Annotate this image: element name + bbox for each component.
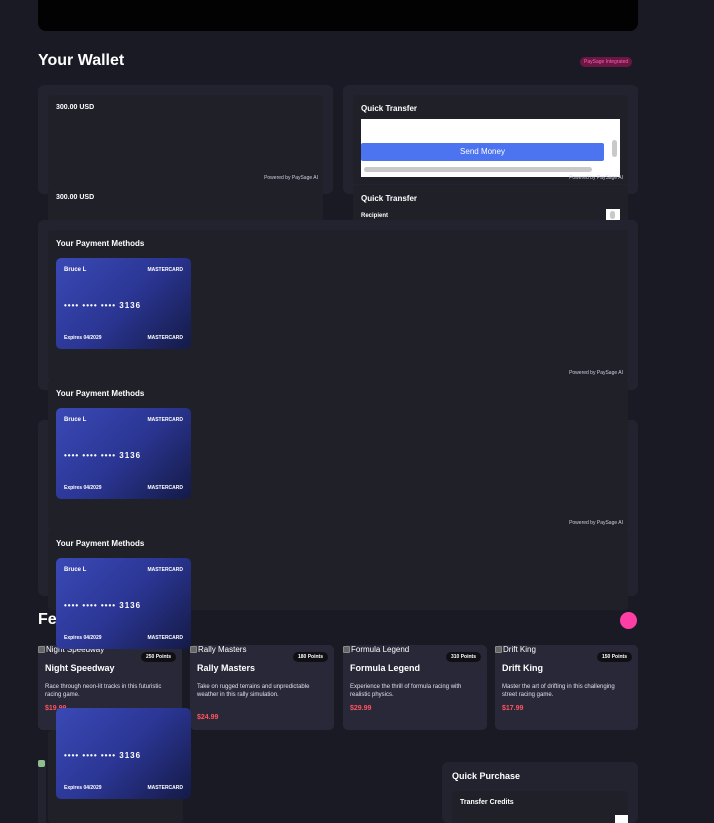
broken-image-icon (38, 646, 45, 653)
card-expiry: Expires 04/2029 (64, 785, 102, 791)
send-money-button[interactable]: Send Money (361, 143, 604, 161)
wallet-title: Your Wallet (38, 52, 125, 69)
game-title: Formula Legend (350, 663, 421, 673)
payment-methods-title: Your Payment Methods (56, 539, 145, 548)
broken-image-icon (343, 646, 350, 653)
points-badge: 150 Points (596, 652, 632, 662)
card-expiry: Expires 04/2029 (64, 635, 102, 641)
card-brand: MASTERCARD (147, 567, 183, 573)
recipient-label: Recipient (361, 213, 389, 219)
powered-by-label: Powered by PaySage AI (569, 370, 623, 376)
card-brand: MASTERCARD (147, 785, 183, 791)
game-description: Race through neon-lit tracks in this fut… (45, 684, 162, 698)
game-price: $17.99 (502, 705, 524, 712)
mastercard-card[interactable]: •••• •••• •••• 3136 Expires 04/2029 MAST… (56, 708, 191, 799)
card-brand: MASTERCARD (147, 635, 183, 641)
game-image-placeholder: Formula Legend (343, 645, 409, 654)
transfer-credits-box: Transfer Credits (452, 791, 628, 823)
mastercard-card[interactable]: Bruce L MASTERCARD •••• •••• •••• 3136 E… (56, 258, 191, 349)
mini-scroll[interactable] (615, 815, 628, 823)
card-number: •••• •••• •••• 3136 (64, 751, 142, 760)
card-expiry: Expires 04/2029 (64, 485, 102, 491)
game-description: Take on rugged terrains and unpredictabl… (197, 684, 310, 698)
card-number: •••• •••• •••• 3136 (64, 451, 142, 460)
balance-card: 300.00 USD Powered by PaySage AI (48, 95, 323, 186)
transfer-embed[interactable]: Send Money (361, 119, 620, 177)
game-title: Night Speedway (45, 663, 115, 673)
game-image-placeholder: Drift King (495, 645, 536, 654)
paysage-badge: PaySage Integrated (580, 57, 633, 67)
card-brand: MASTERCARD (147, 417, 183, 423)
horizontal-scrollbar[interactable] (364, 167, 592, 172)
points-badge: 250 Points (140, 652, 176, 662)
balance-card-duplicate: 300.00 USD (48, 185, 323, 225)
card-brand: MASTERCARD (147, 267, 183, 273)
balance-amount: 300.00 USD (56, 194, 95, 201)
broken-image-icon (38, 760, 45, 767)
game-price: $24.99 (197, 714, 219, 721)
featured-badge-icon (620, 612, 637, 629)
featured-title: Fe (38, 611, 57, 628)
card-holder: Bruce L (64, 567, 87, 573)
payment-methods-title: Your Payment Methods (56, 239, 145, 248)
card-number: •••• •••• •••• 3136 (64, 601, 142, 610)
powered-by-label: Powered by PaySage AI (264, 175, 318, 181)
top-banner (38, 0, 638, 31)
powered-by-label: Powered by PaySage AI (569, 175, 623, 181)
quick-transfer-title: Quick Transfer (361, 194, 418, 203)
card-expiry: Expires 04/2029 (64, 335, 102, 341)
card-number: •••• •••• •••• 3136 (64, 301, 142, 310)
quick-transfer-frame: Quick Transfer Send Money Powered by Pay… (353, 95, 628, 184)
game-description: Master the art of drifting in this chall… (502, 684, 615, 698)
game-card[interactable]: Drift King 150 Points Drift King Master … (495, 645, 638, 730)
mastercard-card[interactable]: Bruce L MASTERCARD •••• •••• •••• 3136 E… (56, 558, 191, 649)
payment-methods-title: Your Payment Methods (56, 389, 145, 398)
points-badge: 310 Points (445, 652, 481, 662)
card-holder: Bruce L (64, 267, 87, 273)
points-badge: 180 Points (292, 652, 328, 662)
broken-image-icon (495, 646, 502, 653)
card-brand: MASTERCARD (147, 335, 183, 341)
quick-transfer-duplicate: Quick Transfer Recipient (353, 185, 628, 225)
powered-by-label: Powered by PaySage AI (569, 520, 623, 526)
card-holder: Bruce L (64, 417, 87, 423)
game-card[interactable]: Rally Masters 180 Points Rally Masters T… (190, 645, 334, 730)
quick-purchase-title: Quick Purchase (452, 771, 521, 781)
game-card[interactable]: Formula Legend 310 Points Formula Legend… (343, 645, 487, 730)
balance-amount: 300.00 USD (56, 104, 95, 111)
game-image-placeholder: Rally Masters (190, 645, 246, 654)
game-price: $29.99 (350, 705, 372, 712)
vertical-scrollbar[interactable] (612, 140, 617, 157)
game-description: Experience the thrill of formula racing … (350, 684, 462, 698)
broken-image-icon (190, 646, 197, 653)
quick-transfer-title: Quick Transfer (361, 104, 418, 113)
partial-panel (38, 760, 46, 823)
quick-purchase-panel: Quick Purchase Transfer Credits (442, 762, 638, 823)
game-title: Rally Masters (197, 663, 256, 673)
game-title: Drift King (502, 663, 543, 673)
transfer-credits-title: Transfer Credits (460, 799, 514, 806)
card-brand: MASTERCARD (147, 485, 183, 491)
mastercard-card[interactable]: Bruce L MASTERCARD •••• •••• •••• 3136 E… (56, 408, 191, 499)
